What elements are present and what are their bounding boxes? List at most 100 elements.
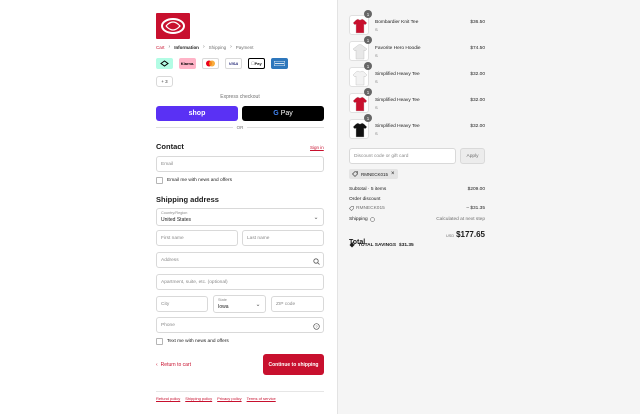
order-item: 1 Favorite Hero Hoodie S $74.50 (349, 36, 485, 61)
continue-to-shipping-button[interactable]: Continue to shipping (263, 354, 324, 375)
email-news-row: Email me with news and offers (156, 177, 232, 184)
subtotal-row: Subtotal · 5 items $209.00 (349, 187, 485, 192)
text-news-checkbox[interactable] (156, 338, 163, 345)
tag-icon (349, 242, 355, 248)
google-pay-button[interactable]: G Pay (242, 106, 324, 121)
shop-pay-button[interactable]: shop (156, 106, 238, 121)
payment-methods-row: Klarna. VISA Pay (156, 58, 288, 69)
discount-value: – $31.35 (466, 206, 485, 211)
breadcrumb-cart[interactable]: Cart (156, 45, 165, 50)
order-discount-label: Order discount (349, 197, 381, 202)
discount-code-input[interactable]: Discount code or gift card (349, 148, 456, 164)
shipping-row: Shipping Calculated at next step (349, 217, 485, 222)
city-placeholder: City (161, 301, 170, 307)
order-item: 1 Bombardier Knit Tee S $36.50 (349, 10, 485, 35)
apple-pay-label: Pay (252, 61, 262, 66)
breadcrumb-information: Information (174, 44, 199, 50)
total-savings-row: TOTAL SAVINGS $31.35 (349, 242, 414, 248)
quantity-badge: 1 (364, 88, 372, 96)
tag-icon (349, 206, 354, 211)
privacy-policy-link[interactable]: Privacy policy (217, 396, 241, 401)
close-icon[interactable]: × (391, 171, 395, 177)
item-name: Simplified Heavy Tee (375, 124, 420, 129)
state-label: State (218, 298, 227, 302)
last-name-field[interactable]: Last name (242, 230, 324, 246)
quantity-badge: 1 (364, 62, 372, 70)
svg-text:?: ? (315, 324, 318, 329)
discount-code-row: RMNECK015 – $31.35 (349, 206, 485, 211)
shirt-icon (352, 122, 368, 138)
product-thumbnail (349, 67, 369, 87)
city-field[interactable]: City (156, 296, 208, 312)
shirt-icon (352, 18, 368, 34)
chevron-down-icon: ⌄ (255, 301, 261, 308)
return-to-cart-label: Return to cart (160, 362, 191, 368)
refund-policy-link[interactable]: Refund policy (156, 396, 180, 401)
text-news-label: Text me with news and offers (167, 339, 229, 344)
sign-in-link[interactable]: Sign in (310, 145, 324, 150)
product-thumbnail (349, 93, 369, 113)
return-to-cart-link[interactable]: ‹ Return to cart (156, 362, 191, 368)
zip-field[interactable]: ZIP code (271, 296, 324, 312)
shirt-icon (352, 70, 368, 86)
footer-divider (156, 391, 324, 392)
quantity-badge: 1 (364, 10, 372, 18)
brand-logo[interactable] (156, 13, 190, 39)
total-currency: USD (446, 234, 455, 238)
product-thumbnail (349, 119, 369, 139)
terms-of-service-link[interactable]: Terms of service (247, 396, 276, 401)
apartment-placeholder: Apartment, suite, etc. (optional) (161, 279, 228, 285)
applied-code-chip: RMNECK015 × (349, 169, 398, 179)
item-price: $32.00 (470, 98, 485, 103)
more-payment-methods-badge[interactable]: + 3 (156, 76, 173, 87)
help-circle-icon[interactable] (369, 217, 375, 222)
email-news-checkbox[interactable] (156, 177, 163, 184)
last-name-placeholder: Last name (247, 235, 270, 241)
klarna-icon: Klarna. (179, 58, 196, 69)
breadcrumb: Cart › Information › Shipping › Payment (156, 44, 254, 50)
or-label: OR (236, 125, 244, 130)
contact-heading: Contact (156, 142, 184, 151)
shipping-value: Calculated at next step (436, 217, 485, 222)
mastercard-icon (202, 58, 219, 69)
checkout-form-column: Cart › Information › Shipping › Payment … (0, 0, 337, 414)
shirt-icon (352, 44, 368, 60)
total-amount: $177.65 (456, 230, 485, 239)
subtotal-label: Subtotal · 5 items (349, 187, 387, 192)
item-price: $74.50 (470, 46, 485, 51)
item-price: $36.50 (470, 20, 485, 25)
country-select[interactable]: Country/Region United States ⌄ (156, 208, 324, 226)
zip-placeholder: ZIP code (276, 301, 296, 307)
address-field[interactable]: Address (156, 252, 324, 268)
state-value: Iowa (218, 304, 229, 310)
visa-icon: VISA (225, 58, 242, 69)
state-select[interactable]: State Iowa ⌄ (213, 295, 266, 313)
text-news-row: Text me with news and offers (156, 338, 229, 345)
chevron-left-icon: ‹ (156, 362, 158, 368)
item-name: Bombardier Knit Tee (375, 20, 419, 25)
discount-code-label: RMNECK015 (356, 206, 385, 211)
help-circle-icon[interactable]: ? (312, 322, 320, 330)
apartment-field[interactable]: Apartment, suite, etc. (optional) (156, 274, 324, 290)
apply-discount-button[interactable]: Apply (460, 148, 485, 164)
email-placeholder: Email (161, 161, 173, 167)
item-size: S (375, 53, 378, 58)
footer-links: Refund policy Shipping policy Privacy po… (156, 396, 276, 401)
shipping-policy-link[interactable]: Shipping policy (185, 396, 212, 401)
first-name-field[interactable]: First name (156, 230, 238, 246)
address-placeholder: Address (161, 257, 179, 263)
item-name: Favorite Hero Hoodie (375, 46, 421, 51)
search-icon (312, 257, 320, 265)
chevron-right-icon: › (168, 44, 171, 50)
item-size: S (375, 79, 378, 84)
email-field[interactable]: Email (156, 156, 324, 172)
order-item: 1 Simplified Heavy Tee S $32.00 (349, 88, 485, 113)
breadcrumb-shipping: Shipping (208, 44, 227, 50)
breadcrumb-payment: Payment (235, 44, 254, 50)
item-size: S (375, 27, 378, 32)
phone-field[interactable]: Phone ? (156, 317, 324, 333)
shipping-address-heading: Shipping address (156, 195, 219, 204)
amex-icon (271, 58, 288, 69)
item-size: S (375, 131, 378, 136)
item-name: Simplified Heavy Tee (375, 72, 420, 77)
